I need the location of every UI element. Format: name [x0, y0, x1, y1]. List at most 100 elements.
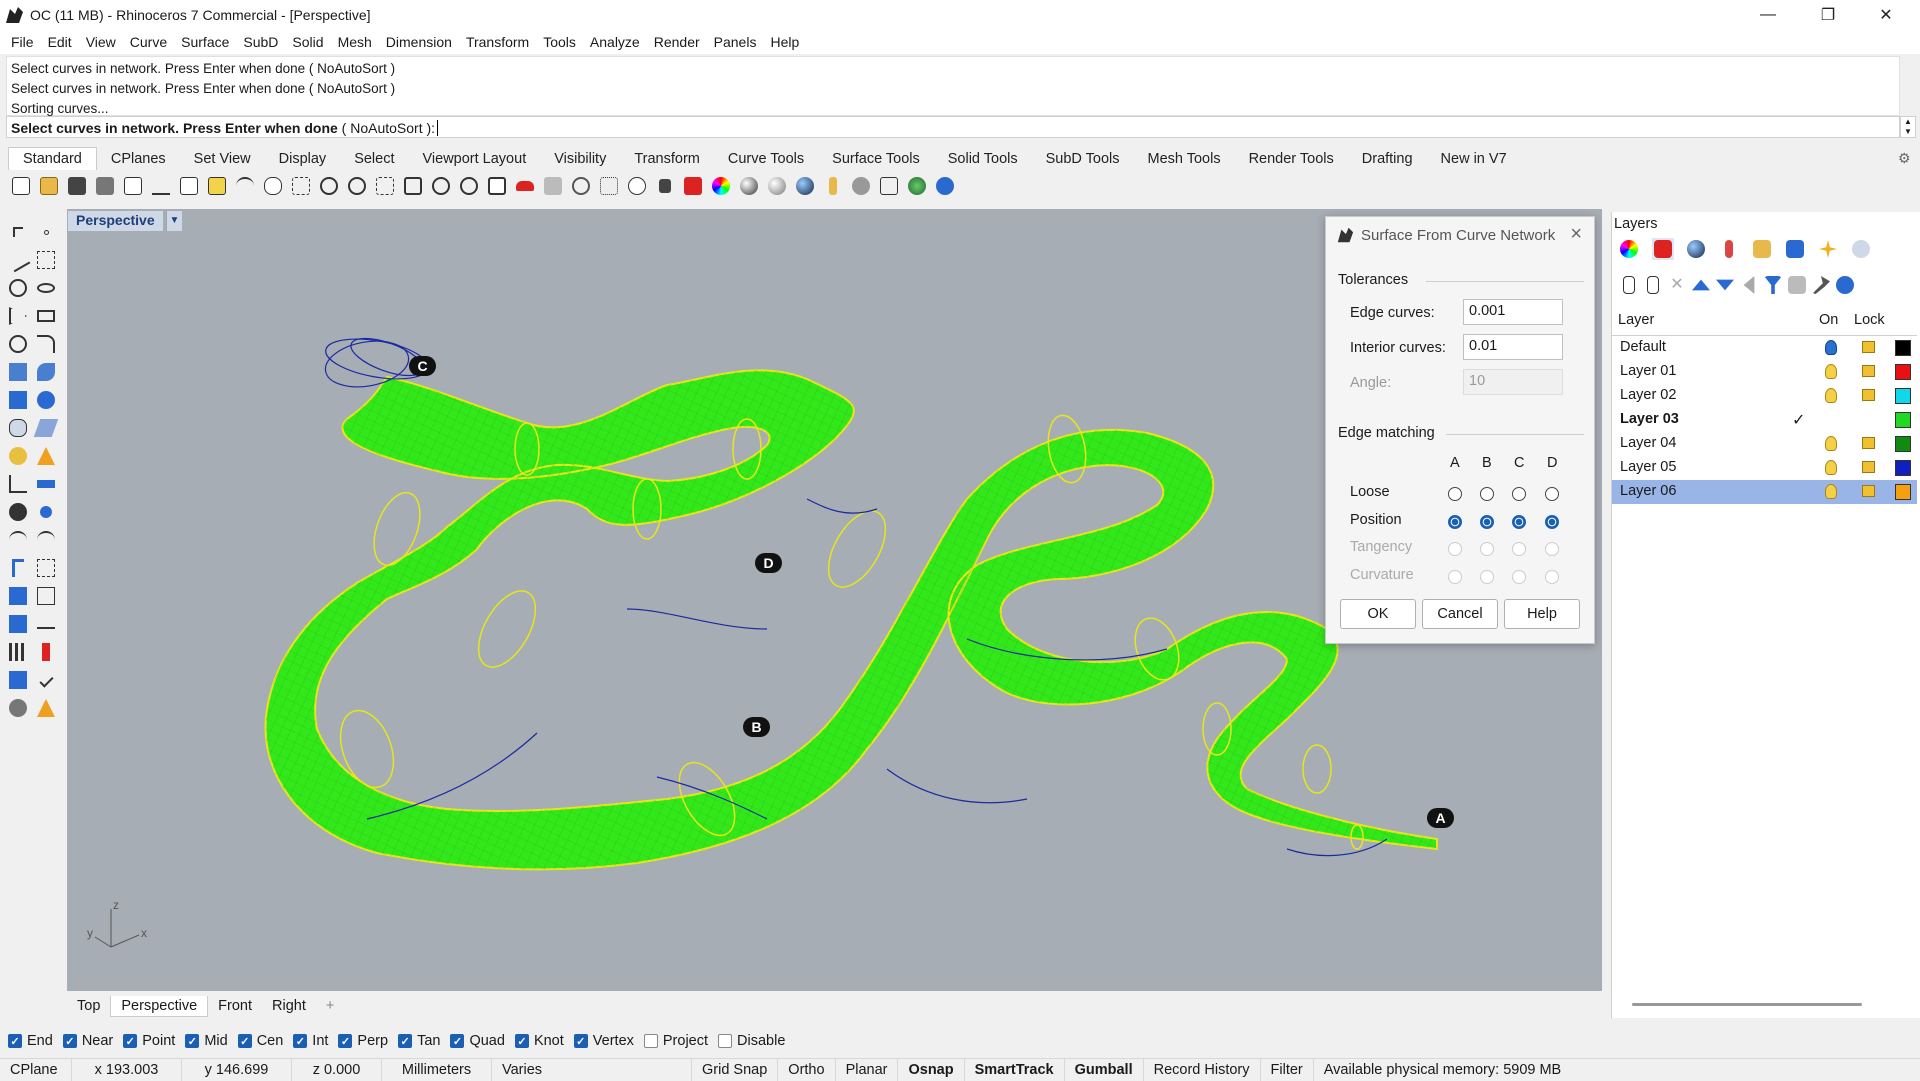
position-d-radio[interactable]: [1545, 515, 1559, 529]
layer-color-swatch[interactable]: [1895, 436, 1911, 452]
move-up-icon[interactable]: [1690, 274, 1712, 296]
viewport-menu-dropdown-icon[interactable]: ▼: [166, 211, 182, 231]
menu-subd[interactable]: SubD: [236, 34, 285, 50]
solid-edit-icon[interactable]: [4, 611, 32, 637]
layer-color-swatch[interactable]: [1895, 412, 1911, 428]
layer-row-05[interactable]: Layer 05: [1612, 456, 1917, 480]
tab-viewport-layout[interactable]: Viewport Layout: [409, 148, 541, 170]
cylinder-icon[interactable]: [4, 415, 32, 441]
grid-array-icon[interactable]: [4, 639, 32, 665]
undo-view-icon[interactable]: [456, 173, 482, 199]
layer-on-lightbulb-icon[interactable]: [1825, 340, 1837, 355]
menu-analyze[interactable]: Analyze: [583, 34, 647, 50]
menu-render[interactable]: Render: [647, 34, 707, 50]
move-down-icon[interactable]: [1714, 274, 1736, 296]
osnap-vertex-checkbox[interactable]: ✓: [573, 1034, 588, 1048]
point-icon[interactable]: [32, 219, 60, 245]
light-icon[interactable]: [4, 443, 32, 469]
zoom-extents-icon[interactable]: [400, 173, 426, 199]
environment-tab-icon[interactable]: [1784, 238, 1806, 260]
osnap-project[interactable]: Project: [643, 1033, 708, 1049]
ok-button[interactable]: OK: [1340, 599, 1416, 629]
osnap-knot-checkbox[interactable]: ✓: [514, 1034, 529, 1048]
record-history-toggle[interactable]: Record History: [1144, 1058, 1261, 1081]
zoom-window-icon[interactable]: [372, 173, 398, 199]
tab-subd-tools[interactable]: SubD Tools: [1032, 148, 1134, 170]
command-scroll[interactable]: ▲ ▼: [1900, 116, 1916, 138]
loose-a-radio[interactable]: [1448, 487, 1462, 501]
tab-set-view[interactable]: Set View: [180, 148, 265, 170]
viewport-title[interactable]: Perspective: [68, 211, 163, 231]
layer-unlocked-icon[interactable]: [1862, 461, 1875, 473]
tab-new-in-v7[interactable]: New in V7: [1427, 148, 1521, 170]
on-column-header[interactable]: On: [1819, 312, 1838, 328]
command-line[interactable]: Select curves in network. Press Enter wh…: [6, 116, 1900, 138]
layer-unlocked-icon[interactable]: [1862, 341, 1875, 353]
osnap-point[interactable]: ✓ Point: [123, 1033, 175, 1049]
viewport-tab-front[interactable]: Front: [208, 996, 262, 1016]
osnap-cen[interactable]: ✓ Cen: [237, 1033, 283, 1049]
polyline-icon[interactable]: [4, 247, 32, 273]
tab-solid-tools[interactable]: Solid Tools: [934, 148, 1032, 170]
osnap-cen-checkbox[interactable]: ✓: [237, 1034, 252, 1048]
move-view-icon[interactable]: [288, 173, 314, 199]
pan-hand-icon[interactable]: [260, 173, 286, 199]
planar-toggle[interactable]: Planar: [836, 1058, 899, 1081]
box-icon[interactable]: [4, 387, 32, 413]
layer-on-lightbulb-icon[interactable]: [1825, 388, 1837, 403]
group-icon[interactable]: [4, 499, 32, 525]
curve-icon[interactable]: [32, 247, 60, 273]
grid-snap-icon[interactable]: [876, 173, 902, 199]
layer-row-default[interactable]: Default: [1612, 336, 1917, 360]
layer-row-06[interactable]: Layer 06: [1612, 480, 1917, 504]
warning-icon[interactable]: [32, 695, 60, 721]
interior-curves-input[interactable]: 0.01: [1463, 334, 1563, 360]
select-arrow-icon[interactable]: [4, 219, 32, 245]
help-button[interactable]: Help: [1504, 599, 1580, 629]
layer-on-lightbulb-icon[interactable]: [1825, 484, 1837, 499]
mesh-icon[interactable]: [32, 415, 60, 441]
tab-surface-tools[interactable]: Surface Tools: [818, 148, 934, 170]
drafting-icon[interactable]: [32, 471, 60, 497]
layer-on-lightbulb-icon[interactable]: [1825, 460, 1837, 475]
menu-mesh[interactable]: Mesh: [331, 34, 379, 50]
osnap-point-checkbox[interactable]: ✓: [123, 1034, 138, 1048]
osnap-mid[interactable]: ✓ Mid: [185, 1033, 228, 1049]
globe-icon[interactable]: [904, 173, 930, 199]
layer-row-02[interactable]: Layer 02: [1612, 384, 1917, 408]
help-icon[interactable]: [932, 173, 958, 199]
shaded-sphere-icon[interactable]: [736, 173, 762, 199]
select-points-icon[interactable]: [596, 173, 622, 199]
four-view-icon[interactable]: [484, 173, 510, 199]
block-icon[interactable]: [32, 499, 60, 525]
panel-settings-icon[interactable]: [1850, 238, 1872, 260]
ortho-toggle[interactable]: Ortho: [778, 1058, 836, 1081]
tab-display[interactable]: Display: [265, 148, 341, 170]
layers-panel-title[interactable]: Layers: [1614, 216, 1658, 232]
layer-color-swatch[interactable]: [1895, 388, 1911, 404]
toolbar-gear-icon[interactable]: ⚙: [1898, 150, 1912, 166]
new-layer-icon[interactable]: [1618, 274, 1640, 296]
osnap-near[interactable]: ✓ Near: [62, 1033, 113, 1049]
render-object-icon[interactable]: [4, 695, 32, 721]
osnap-project-checkbox[interactable]: [643, 1034, 658, 1048]
tab-select[interactable]: Select: [340, 148, 408, 170]
sun-tab-icon[interactable]: [1817, 238, 1839, 260]
layer-icon[interactable]: [680, 173, 706, 199]
menu-transform[interactable]: Transform: [459, 34, 536, 50]
zoom-icon[interactable]: [344, 173, 370, 199]
surface-icon[interactable]: [4, 359, 32, 385]
menu-edit[interactable]: Edit: [41, 34, 79, 50]
lightbulb-icon[interactable]: [624, 173, 650, 199]
new-sublayer-icon[interactable]: [1642, 274, 1664, 296]
rendered-sphere-icon[interactable]: [764, 173, 790, 199]
properties-tab-icon[interactable]: [1618, 238, 1640, 260]
array-icon[interactable]: [4, 583, 32, 609]
menu-solid[interactable]: Solid: [285, 34, 330, 50]
status-layer[interactable]: Varies: [492, 1058, 692, 1081]
osnap-perp[interactable]: ✓ Perp: [338, 1033, 388, 1049]
split-icon[interactable]: [32, 527, 60, 553]
layer-column-header[interactable]: Layer: [1618, 312, 1654, 328]
osnap-tan-checkbox[interactable]: ✓: [398, 1034, 413, 1048]
filter-toggle[interactable]: Filter: [1261, 1058, 1314, 1081]
